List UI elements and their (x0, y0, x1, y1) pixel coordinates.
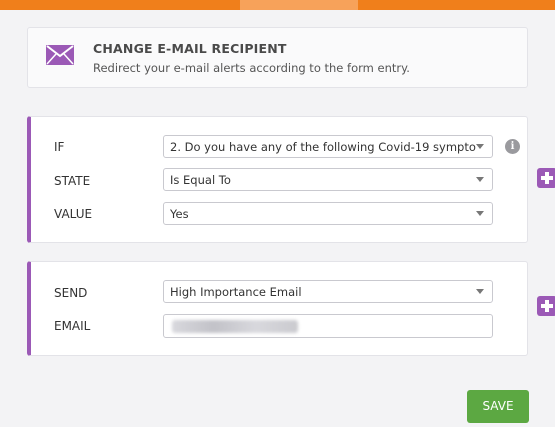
chevron-down-icon (476, 211, 484, 216)
chevron-down-icon (476, 289, 484, 294)
info-icon[interactable]: i (505, 139, 520, 154)
page-title: CHANGE E-MAIL RECIPIENT (93, 41, 287, 56)
condition-card: IF 2. Do you have any of the following C… (27, 116, 528, 243)
top-orange-bar (0, 0, 555, 10)
page-description: Redirect your e-mail alerts according to… (93, 61, 410, 75)
add-action-button[interactable] (537, 296, 555, 316)
state-value: Is Equal To (170, 173, 231, 187)
action-card: SEND High Importance Email EMAIL (27, 261, 528, 356)
active-tab-indicator (240, 0, 358, 10)
value-label: VALUE (54, 207, 93, 221)
chevron-down-icon (476, 177, 484, 182)
email-input[interactable] (163, 314, 493, 338)
envelope-icon (46, 45, 74, 65)
email-label: EMAIL (54, 319, 91, 333)
value-value: Yes (170, 207, 189, 221)
value-select[interactable]: Yes (163, 202, 493, 225)
send-value: High Importance Email (170, 285, 302, 299)
save-button[interactable]: SAVE (467, 390, 529, 423)
state-label: STATE (54, 174, 91, 188)
add-condition-button[interactable] (537, 168, 555, 188)
if-field-value: 2. Do you have any of the following Covi… (170, 140, 476, 154)
header-card: CHANGE E-MAIL RECIPIENT Redirect your e-… (27, 27, 528, 88)
send-select[interactable]: High Importance Email (163, 280, 493, 303)
chevron-down-icon (476, 144, 484, 149)
if-field-select[interactable]: 2. Do you have any of the following Covi… (163, 135, 493, 158)
state-select[interactable]: Is Equal To (163, 168, 493, 191)
send-label: SEND (54, 286, 88, 300)
if-label: IF (54, 140, 65, 154)
redacted-email (172, 320, 298, 333)
